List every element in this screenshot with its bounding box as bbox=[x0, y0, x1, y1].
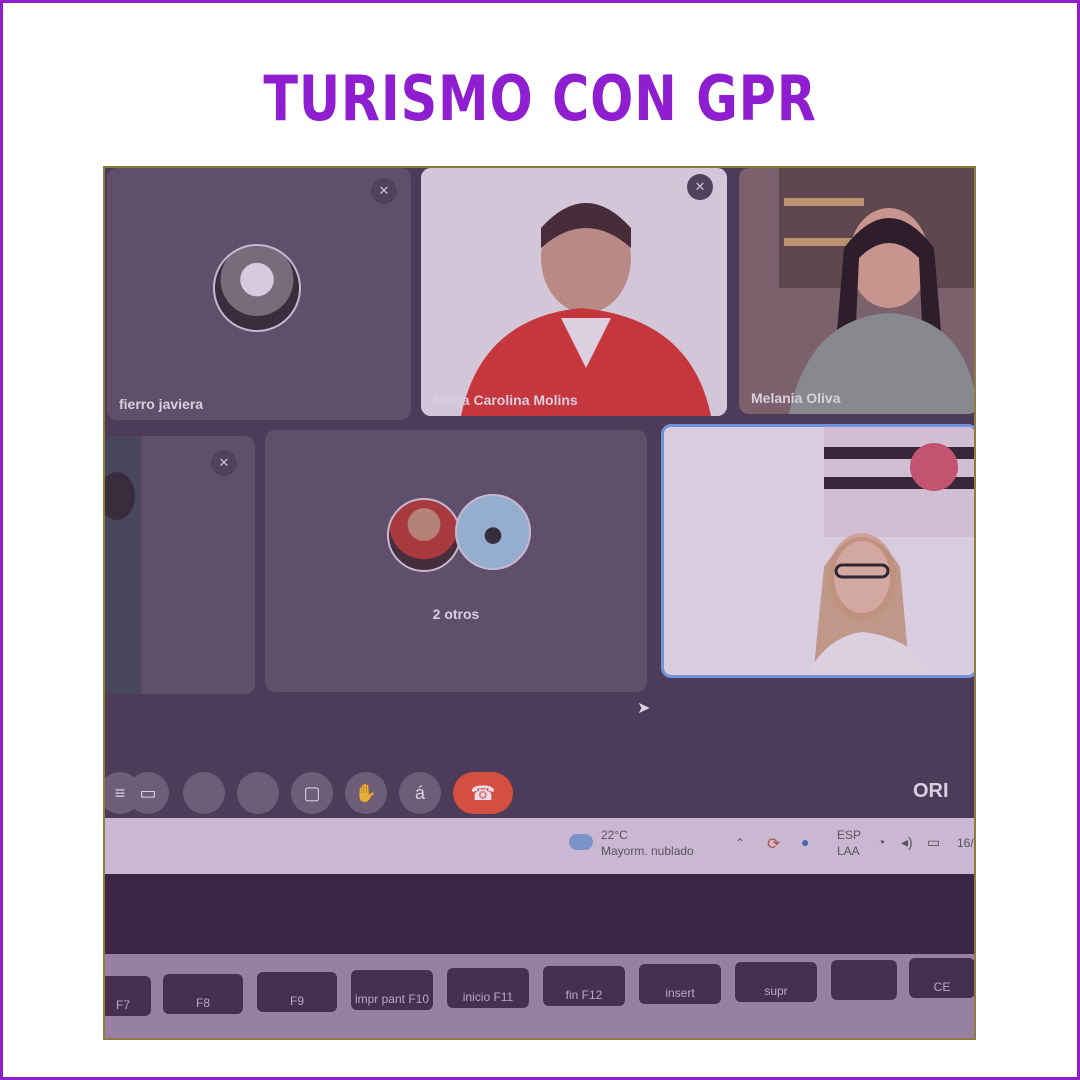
battery-icon[interactable]: ▭ bbox=[927, 834, 940, 851]
date-clock[interactable]: 16/ bbox=[957, 836, 974, 850]
participant-tile-active[interactable]: Serer Sabrina bbox=[661, 424, 974, 678]
participant-video bbox=[421, 168, 727, 416]
others-count-label: 2 otros bbox=[432, 606, 480, 622]
participant-name: fierro javiera bbox=[119, 396, 204, 412]
wifi-icon[interactable]: ◔ bbox=[877, 834, 885, 850]
participant-name: Serer Sabrina bbox=[676, 651, 768, 667]
language-bottom[interactable]: LAA bbox=[837, 844, 860, 858]
avatar bbox=[213, 244, 301, 332]
chevron-up-icon[interactable]: ⌃ bbox=[735, 836, 745, 850]
mic-off-icon: ✕ bbox=[211, 450, 237, 476]
key-f7: F7 bbox=[105, 976, 151, 1016]
avatar bbox=[455, 494, 531, 570]
participant-name: Melania Oliva bbox=[751, 390, 841, 406]
microphone-icon[interactable]: ● bbox=[801, 834, 809, 850]
key-f9: F9 bbox=[257, 972, 337, 1012]
laptop-photo: ✕ fierro javiera ✕ María Carolina Molins bbox=[103, 166, 976, 1040]
emoji-icon[interactable] bbox=[183, 772, 225, 814]
present-icon[interactable] bbox=[237, 772, 279, 814]
more-icon[interactable]: ▢ bbox=[291, 772, 333, 814]
mic-off-icon: ✕ bbox=[687, 174, 713, 200]
mic-off-icon: ✕ bbox=[371, 178, 397, 204]
key-insert: insert bbox=[639, 964, 721, 1004]
key-f8: F8 bbox=[163, 974, 243, 1014]
key-calculator bbox=[831, 960, 897, 1000]
participant-tile[interactable]: 2 otros bbox=[265, 430, 647, 692]
raise-hand-icon[interactable]: ✋ bbox=[345, 772, 387, 814]
key-f11: inicio F11 bbox=[447, 968, 529, 1008]
weather-desc[interactable]: Mayorm. nublado bbox=[601, 844, 694, 858]
taskbar: 22°C Mayorm. nublado ⌃ ⟳ ● ESP LAA ◔ ◂) … bbox=[105, 818, 974, 874]
participant-tile[interactable]: ✕ fierro javiera bbox=[107, 168, 411, 420]
key-f10: impr pant F10 bbox=[351, 970, 433, 1010]
participant-tile[interactable]: ✕ bbox=[105, 436, 255, 694]
participant-tile[interactable]: Melania Oliva bbox=[739, 168, 974, 414]
hangup-icon[interactable]: ☎ bbox=[453, 772, 513, 814]
page-title: TURISMO CON GPR bbox=[263, 62, 817, 135]
sync-icon[interactable]: ⟳ bbox=[767, 834, 780, 854]
weather-temp[interactable]: 22°C bbox=[601, 828, 628, 842]
keyboard: F7 F8 F9 impr pant F10 inicio F11 fin F1… bbox=[105, 954, 974, 1038]
camera-icon[interactable]: ▭ bbox=[127, 772, 169, 814]
participant-tile[interactable]: ✕ María Carolina Molins bbox=[421, 168, 727, 416]
mouse-cursor: ➤ bbox=[637, 700, 651, 717]
video-meeting: ✕ fierro javiera ✕ María Carolina Molins bbox=[105, 168, 974, 833]
volume-icon[interactable]: ◂) bbox=[901, 834, 913, 851]
chat-icon[interactable]: á bbox=[399, 772, 441, 814]
participant-video bbox=[664, 427, 974, 675]
avatar bbox=[387, 498, 461, 572]
participant-video bbox=[739, 168, 974, 414]
participant-video bbox=[105, 436, 255, 694]
weather-icon bbox=[569, 834, 593, 850]
language-top[interactable]: ESP bbox=[837, 828, 861, 842]
laptop-bezel bbox=[105, 874, 974, 954]
key-supr: supr bbox=[735, 962, 817, 1002]
key-f12: fin F12 bbox=[543, 966, 625, 1006]
participant-name: María Carolina Molins bbox=[433, 392, 578, 408]
info-label[interactable]: ORI bbox=[913, 780, 949, 803]
key-ce: CE bbox=[909, 958, 974, 998]
